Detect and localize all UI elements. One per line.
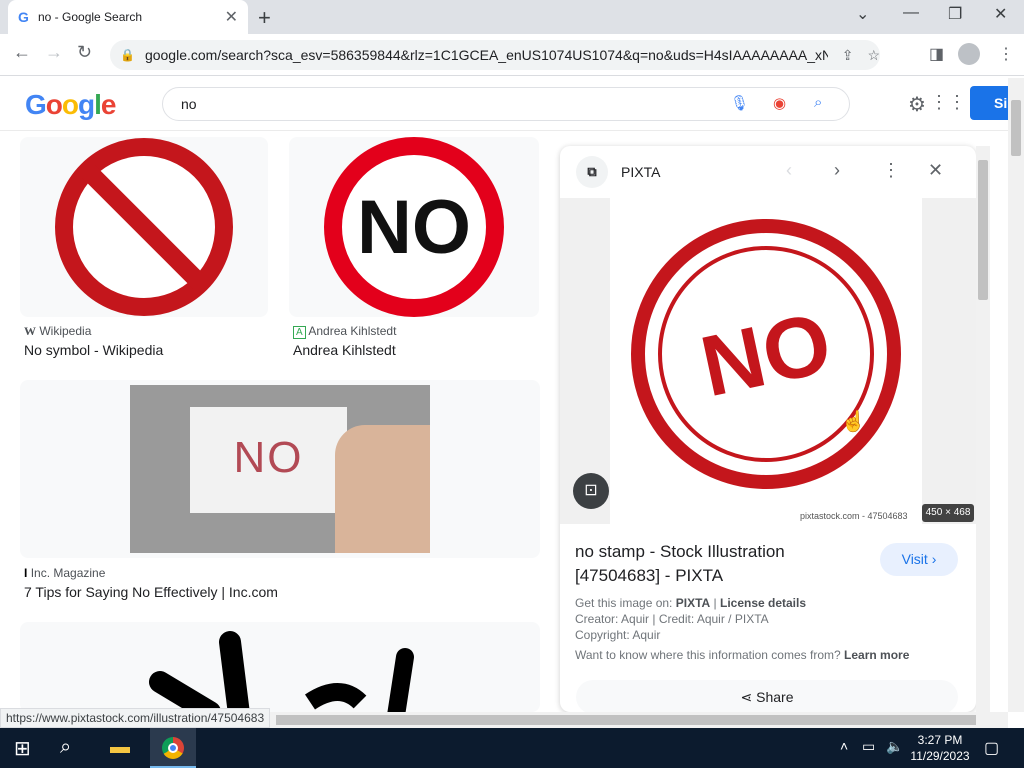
previous-image-icon[interactable]: ‹	[786, 160, 792, 181]
panel-title[interactable]: no stamp - Stock Illustration [47504683]…	[575, 540, 865, 588]
page-scroll-thumb[interactable]	[1011, 100, 1021, 156]
no-symbol-image	[55, 138, 233, 316]
address-bar[interactable]: 🔒 google.com/search?sca_esv=586359844&rl…	[110, 40, 880, 70]
url-text: google.com/search?sca_esv=586359844&rlz=…	[144, 47, 828, 63]
logo-letter: G	[25, 89, 47, 120]
visit-button[interactable]: Visit ›	[880, 543, 958, 576]
result-title-2[interactable]: Andrea Kihlstedt	[293, 342, 396, 358]
learn-more-link[interactable]: Learn more	[844, 648, 909, 662]
file-explorer-icon[interactable]: ▬	[110, 736, 130, 759]
result-title-3[interactable]: 7 Tips for Saying No Effectively | Inc.c…	[24, 584, 278, 600]
result-source-1[interactable]: W Wikipedia	[24, 324, 91, 339]
hand-shape	[335, 425, 430, 553]
search-icon[interactable]: ⌕	[814, 94, 822, 111]
no-stamp-image: NO	[631, 219, 901, 489]
google-logo[interactable]: Google	[25, 89, 117, 121]
panel-header: ⧉ PIXTA	[576, 156, 966, 188]
close-panel-icon[interactable]: ✕	[928, 160, 943, 181]
share-icon: ⋖	[740, 689, 753, 705]
page-scrollbar[interactable]	[1008, 78, 1024, 712]
license-details-link[interactable]: License details	[720, 596, 806, 610]
result-image-3[interactable]: NO	[20, 380, 540, 558]
no-card: NO	[190, 407, 347, 513]
settings-gear-icon[interactable]: ⚙	[908, 92, 926, 117]
panel-site-name[interactable]: PIXTA	[621, 164, 660, 180]
logo-letter: g	[78, 89, 95, 120]
windows-start-icon[interactable]: ⊞	[14, 736, 31, 761]
result-title-1[interactable]: No symbol - Wikipedia	[24, 342, 163, 358]
sign-in-button[interactable]: Si	[970, 86, 1010, 120]
tab-search-chevron-icon[interactable]: ⌄	[856, 4, 869, 24]
creator-line: Creator: Aquir | Credit: Aquir / PIXTA	[575, 612, 769, 626]
close-window-icon[interactable]: ✕	[994, 4, 1007, 24]
volume-muted-icon[interactable]: 🔈	[886, 738, 903, 755]
lock-icon: 🔒	[120, 48, 135, 62]
inc-icon: I	[24, 566, 28, 580]
status-link-url: https://www.pixtastock.com/illustration/…	[0, 708, 271, 728]
result-image-4[interactable]	[20, 622, 540, 712]
pixta-logo-icon: ⧉	[576, 156, 608, 188]
new-tab-icon[interactable]: +	[258, 5, 271, 31]
result-source-3[interactable]: I Inc. Magazine	[24, 566, 105, 580]
get-image-line: Get this image on: PIXTA | License detai…	[575, 596, 807, 610]
logo-letter: o	[61, 89, 79, 120]
wikipedia-icon: W	[24, 324, 36, 338]
handwritten-no-image	[149, 631, 414, 712]
mouse-hand-cursor-icon: ☝	[841, 411, 866, 433]
image-dimensions-badge: 450 × 468	[922, 504, 974, 522]
no-card-text: NO	[233, 433, 304, 482]
tray-chevron-icon[interactable]: ˄	[840, 738, 848, 754]
taskbar-search-icon[interactable]: ⌕	[60, 736, 71, 759]
share-page-icon[interactable]: ⇪	[842, 47, 854, 64]
preview-image[interactable]: NO	[610, 198, 922, 524]
andrea-site-icon: A	[293, 326, 306, 339]
restore-icon[interactable]: ❐	[948, 4, 962, 24]
back-icon[interactable]: ←	[13, 42, 31, 63]
side-panel-icon[interactable]: ◨	[929, 44, 944, 64]
profile-avatar-icon[interactable]	[958, 43, 980, 65]
google-favicon-icon: G	[18, 9, 29, 25]
pixta-link[interactable]: PIXTA	[676, 596, 710, 610]
result-image-1[interactable]	[20, 137, 268, 317]
search-query: no	[181, 96, 197, 112]
no-sign-image: NO	[324, 137, 504, 317]
logo-letter: l	[94, 89, 102, 120]
info-source-line: Want to know where this information come…	[575, 648, 910, 662]
no-card-photo: NO	[130, 385, 430, 553]
share-button[interactable]: ⋖ Share	[576, 680, 958, 714]
copyright-line: Copyright: Aquir	[575, 628, 661, 642]
result-source-2[interactable]: A Andrea Kihlstedt	[293, 324, 396, 339]
logo-letter: o	[45, 89, 63, 120]
menu-kebab-icon[interactable]: ⋮	[998, 44, 1014, 64]
result-image-2[interactable]: NO	[289, 137, 539, 317]
more-options-icon[interactable]: ⋮	[882, 160, 900, 181]
horizontal-scroll-thumb[interactable]	[276, 715, 976, 725]
taskbar-clock[interactable]: 3:27 PM 11/29/2023	[908, 732, 972, 764]
google-lens-icon[interactable]: ⊡	[573, 473, 609, 509]
minimize-icon[interactable]: —	[903, 4, 919, 22]
bookmark-star-icon[interactable]: ☆	[867, 47, 880, 64]
no-sign-text: NO	[357, 185, 471, 270]
image-credit: pixtastock.com - 47504683	[800, 511, 908, 521]
chrome-taskbar-item[interactable]	[150, 728, 196, 768]
lens-search-icon[interactable]: ◉	[773, 94, 786, 112]
tab-close-icon[interactable]: ✕	[225, 7, 238, 27]
next-image-icon[interactable]: ›	[834, 160, 840, 181]
forward-icon[interactable]: →	[45, 42, 63, 63]
notifications-icon[interactable]: ▢	[984, 738, 999, 758]
voice-search-icon[interactable]: 🎙	[730, 94, 749, 112]
stamp-text: NO	[693, 295, 839, 416]
network-icon[interactable]: ▭	[862, 738, 875, 755]
panel-scroll-thumb[interactable]	[978, 160, 988, 300]
tab-title: no - Google Search	[38, 10, 143, 24]
tab-google-search[interactable]: G no - Google Search ✕	[8, 0, 248, 34]
logo-letter: e	[100, 89, 117, 120]
chrome-icon	[162, 737, 184, 759]
reload-icon[interactable]: ↻	[77, 42, 92, 63]
